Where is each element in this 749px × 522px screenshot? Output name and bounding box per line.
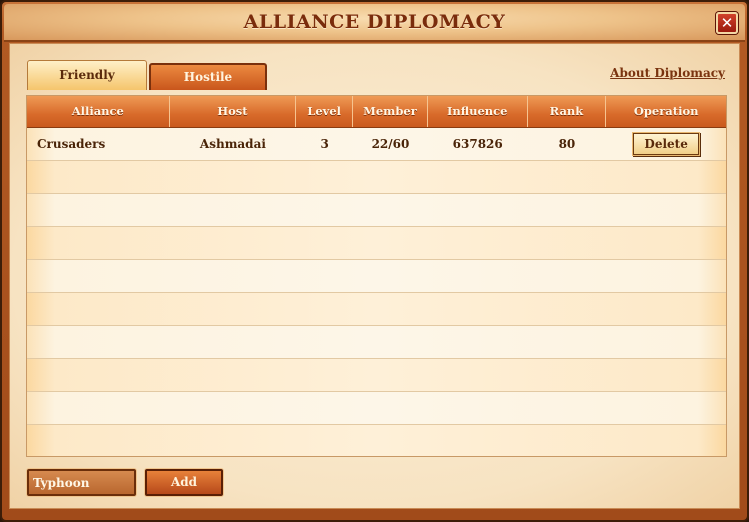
empty-row [27,359,726,392]
cell-member: 22/60 [371,137,410,151]
empty-row [27,425,726,456]
close-button[interactable]: ✕ [716,12,738,34]
column-header-alliance: Alliance [27,96,170,127]
column-header-host: Host [170,96,297,127]
column-header-member: Member [353,96,428,127]
column-header-rank: Rank [528,96,607,127]
alliance-table: Alliance Host Level Member Influence Ran… [26,95,727,457]
add-button[interactable]: Add [145,469,223,496]
column-header-level: Level [296,96,354,127]
table-header: Alliance Host Level Member Influence Ran… [27,96,726,128]
column-header-influence: Influence [428,96,528,127]
alliance-name-input[interactable] [27,469,136,496]
column-header-operation: Operation [633,104,699,118]
empty-row [27,392,726,425]
empty-row [27,293,726,326]
cell-rank: 80 [558,137,576,151]
empty-row [27,161,726,194]
about-diplomacy-link[interactable]: About Diplomacy [610,66,725,80]
empty-row [27,227,726,260]
cell-influence: 637826 [452,137,503,151]
empty-row [27,194,726,227]
empty-row [27,260,726,293]
cell-operation: Delete [606,128,726,160]
title-bar: ALLIANCE DIPLOMACY ✕ [4,4,745,42]
window-title: ALLIANCE DIPLOMACY [243,11,506,33]
cell-host: Ashmadai [199,137,266,151]
content-panel: Friendly Hostile About Diplomacy Allianc… [9,43,740,509]
cell-level: 3 [320,137,329,151]
delete-button[interactable]: Delete [633,133,700,155]
tab-friendly[interactable]: Friendly [27,60,147,90]
diplomacy-window: ALLIANCE DIPLOMACY ✕ Friendly Hostile Ab… [0,0,749,522]
cell-alliance: Crusaders [37,137,106,151]
table-row: Crusaders Ashmadai 3 22/60 637826 80 Del… [27,128,726,161]
tab-hostile[interactable]: Hostile [149,63,267,90]
close-icon: ✕ [720,14,734,32]
empty-row [27,326,726,359]
